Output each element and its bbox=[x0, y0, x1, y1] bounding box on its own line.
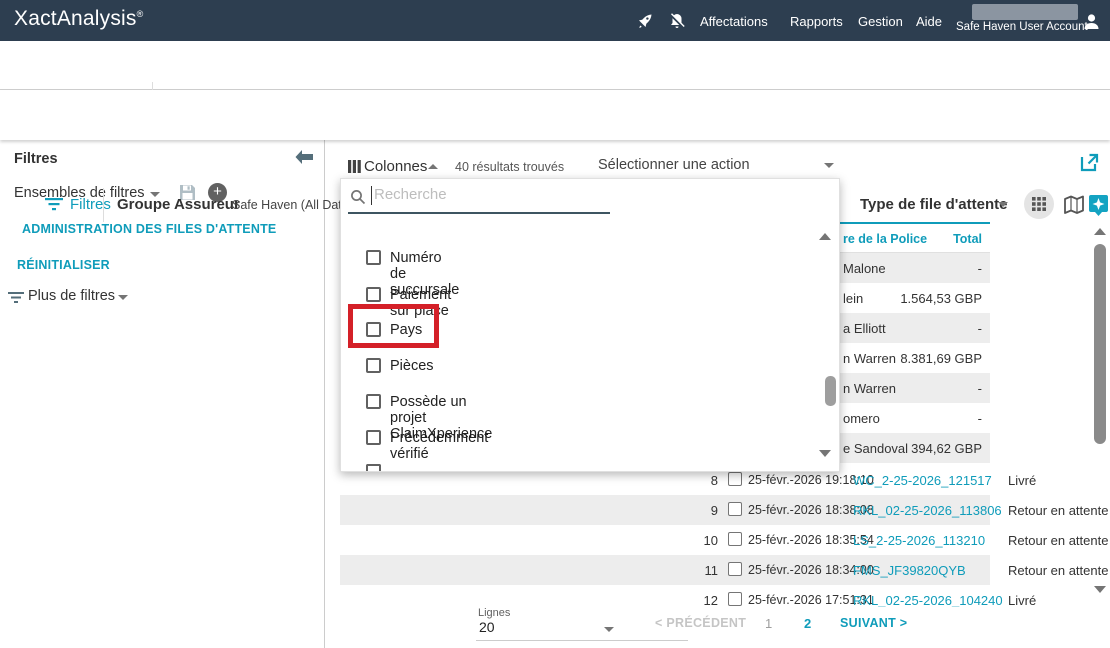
sidebar-title: Filtres bbox=[14, 151, 58, 167]
row-number: 8 bbox=[688, 473, 718, 488]
more-filters-icon bbox=[8, 292, 24, 304]
chevron-down-icon[interactable] bbox=[604, 627, 614, 632]
columns-icon bbox=[348, 160, 361, 173]
collapse-sidebar-arrow-icon[interactable] bbox=[294, 149, 314, 165]
partial-checkbox[interactable] bbox=[366, 464, 381, 471]
columns-search-input[interactable] bbox=[374, 186, 594, 203]
column-header-total[interactable]: Total bbox=[840, 232, 982, 246]
nav-item-gestion[interactable]: Gestion bbox=[858, 14, 903, 29]
table-row[interactable]: 10 25-févr.-2026 18:35:54 LS_2-25-2026_1… bbox=[340, 525, 990, 555]
checkbox[interactable] bbox=[366, 358, 381, 373]
chevron-down-icon[interactable] bbox=[998, 202, 1008, 207]
account-label[interactable]: Safe Haven User Account bbox=[956, 21, 1088, 33]
row-number: 11 bbox=[688, 563, 718, 578]
claim-ref-link[interactable]: RKL_02-25-2026_104240 bbox=[853, 593, 1003, 608]
pagination-bar: Lignes 20 < PRÉCÉDENT 1 2 SUIVANT > bbox=[326, 607, 1110, 648]
search-icon bbox=[350, 189, 366, 205]
nav-item-rapports[interactable]: Rapports bbox=[790, 14, 843, 29]
app-logo: XactAnalysis® bbox=[14, 7, 143, 31]
option-label: Précédemment vérifié bbox=[390, 430, 488, 462]
filter-icon bbox=[45, 198, 63, 211]
nav-item-affectations[interactable]: Affectations bbox=[700, 14, 768, 29]
dropdown-scroll-up-icon[interactable] bbox=[819, 233, 831, 240]
map-view-button[interactable] bbox=[1063, 195, 1085, 215]
checkbox[interactable] bbox=[366, 430, 381, 445]
registered-mark: ® bbox=[137, 9, 144, 19]
claim-search-bar: Référence du sinistre Récemment étudiées… bbox=[0, 41, 1110, 90]
text-cursor bbox=[371, 186, 372, 205]
notifications-muted-icon[interactable] bbox=[668, 12, 686, 30]
total-cell: - bbox=[840, 321, 982, 336]
filters-sidebar: Filtres Ensembles de filtres + ADMINISTR… bbox=[0, 140, 325, 648]
status-cell: Retour en attente bbox=[1008, 533, 1108, 548]
annotation-highlight-pays bbox=[348, 304, 439, 348]
row-checkbox[interactable] bbox=[728, 562, 742, 576]
columns-search-underline bbox=[348, 212, 610, 214]
filter-group-assureur-label: Groupe Assureur bbox=[117, 196, 240, 213]
row-checkbox[interactable] bbox=[728, 532, 742, 546]
open-in-new-icon[interactable] bbox=[1080, 153, 1099, 172]
checkbox[interactable] bbox=[366, 287, 381, 302]
row-number: 10 bbox=[688, 533, 718, 548]
page-number-1[interactable]: 1 bbox=[765, 616, 772, 631]
status-cell: Livré bbox=[1008, 593, 1036, 608]
table-row[interactable]: 11 25-févr.-2026 18:34:00 FMS_JF39820QYB… bbox=[340, 555, 990, 585]
next-page-button[interactable]: SUIVANT > bbox=[840, 616, 907, 630]
rows-select-underline bbox=[476, 640, 688, 641]
chevron-down-icon[interactable] bbox=[118, 295, 128, 300]
dropdown-scroll-down-icon[interactable] bbox=[819, 450, 831, 457]
dropdown-scrollbar-thumb[interactable] bbox=[825, 376, 836, 406]
previous-page-button[interactable]: < PRÉCÉDENT bbox=[655, 616, 746, 630]
status-cell: Retour en attente bbox=[1008, 563, 1108, 578]
reset-filters-link[interactable]: RÉINITIALISER bbox=[17, 258, 110, 272]
option-label: Pièces bbox=[390, 358, 434, 374]
row-checkbox[interactable] bbox=[728, 502, 742, 516]
total-cell: 394,62 GBP bbox=[840, 441, 982, 456]
rows-per-page-select[interactable]: 20 bbox=[479, 619, 495, 635]
chevron-down-icon[interactable] bbox=[824, 163, 834, 168]
rows-per-page-label: Lignes bbox=[478, 607, 510, 619]
rocket-icon[interactable] bbox=[636, 12, 654, 30]
divider bbox=[103, 188, 104, 222]
action-select[interactable]: Sélectionner une action bbox=[598, 157, 750, 173]
claim-ref-link[interactable]: FMS_JF39820QYB bbox=[853, 563, 966, 578]
table-row[interactable]: 9 25-févr.-2026 18:38:08 RKL_02-25-2026_… bbox=[340, 495, 990, 525]
redacted-account-name bbox=[972, 4, 1078, 20]
filter-bar: Filtres Groupe Assureur Safe Haven (All … bbox=[0, 90, 1110, 140]
filtres-button[interactable]: Filtres bbox=[70, 196, 111, 213]
row-number: 9 bbox=[688, 503, 718, 518]
claim-ref-link[interactable]: WC_2-25-2026_121517 bbox=[853, 473, 992, 488]
top-nav-bar: XactAnalysis® Affectations Rapports Gest… bbox=[0, 0, 1110, 41]
page-number-2[interactable]: 2 bbox=[804, 616, 811, 631]
claim-ref-link[interactable]: RKL_02-25-2026_113806 bbox=[853, 503, 1002, 518]
filter-queue-type-label[interactable]: Type de file d'attente bbox=[860, 196, 1007, 213]
nav-item-aide[interactable]: Aide bbox=[916, 14, 942, 29]
user-account-icon[interactable] bbox=[1081, 11, 1102, 32]
row-checkbox[interactable] bbox=[728, 472, 742, 486]
more-filters-toggle[interactable]: Plus de filtres bbox=[28, 288, 115, 304]
row-number: 12 bbox=[688, 593, 718, 608]
total-cell: - bbox=[840, 411, 982, 426]
columns-button[interactable]: Colonnes bbox=[364, 158, 427, 175]
checkbox[interactable] bbox=[366, 394, 381, 409]
queue-admin-link[interactable]: ADMINISTRATION DES FILES D'ATTENTE bbox=[22, 222, 276, 236]
chevron-up-icon bbox=[428, 164, 438, 169]
scroll-up-icon[interactable] bbox=[1094, 228, 1106, 235]
total-cell: - bbox=[840, 261, 982, 276]
total-cell: - bbox=[840, 381, 982, 396]
total-cell: 1.564,53 GBP bbox=[840, 291, 982, 306]
claim-ref-link[interactable]: LS_2-25-2026_113210 bbox=[853, 533, 985, 548]
assignment-pin-button[interactable] bbox=[1088, 194, 1109, 217]
scrollbar-thumb[interactable] bbox=[1094, 244, 1106, 444]
checkbox[interactable] bbox=[366, 250, 381, 265]
row-checkbox[interactable] bbox=[728, 592, 742, 606]
results-count: 40 résultats trouvés bbox=[455, 160, 564, 174]
status-cell: Retour en attente bbox=[1008, 503, 1108, 518]
grid-view-button[interactable] bbox=[1024, 189, 1054, 219]
scroll-down-icon[interactable] bbox=[1094, 586, 1106, 593]
total-cell: 8.381,69 GBP bbox=[840, 351, 982, 366]
status-cell: Livré bbox=[1008, 473, 1036, 488]
